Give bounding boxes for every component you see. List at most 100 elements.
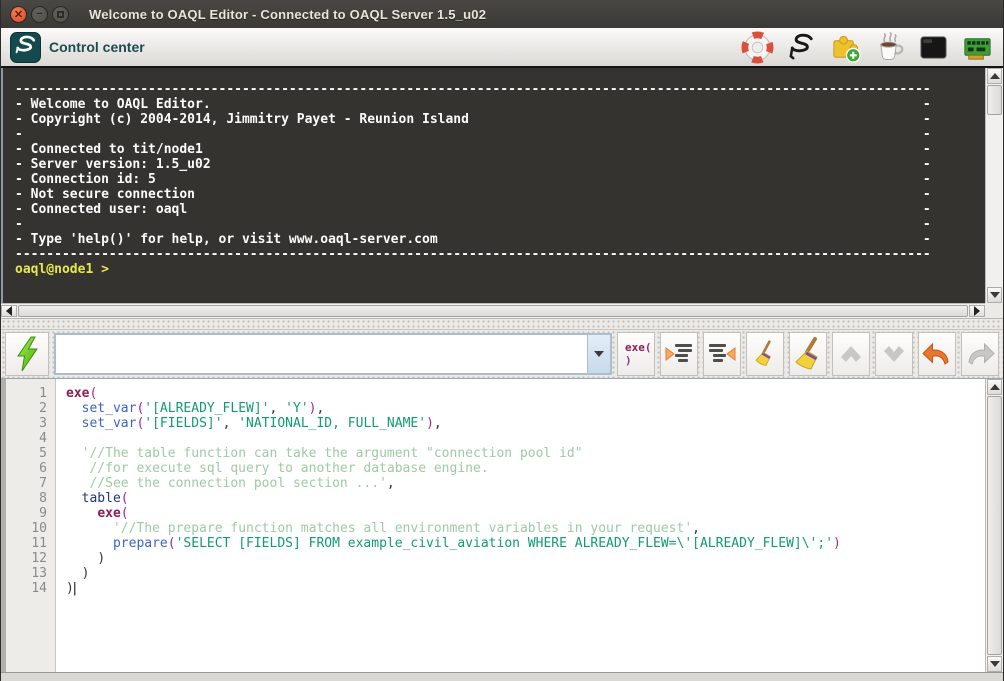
code-line: exe( <box>66 386 985 401</box>
line-number: 7 <box>6 476 55 491</box>
scroll-left-button[interactable] <box>1 305 17 317</box>
code-line: //for execute sql query to another datab… <box>66 461 985 476</box>
terminal-line: - Copyright (c) 2004-2014, Jimmitry Paye… <box>15 112 931 127</box>
outdent-button[interactable] <box>703 332 741 376</box>
exe-template-line1: exe( <box>625 341 652 354</box>
line-number: 9 <box>6 506 55 521</box>
line-number: 8 <box>6 491 55 506</box>
header-toolbar: Control center <box>1 28 1003 68</box>
arrow-right-icon <box>974 306 980 316</box>
editor-scrollbar-vertical[interactable] <box>985 379 1003 672</box>
terminal-scrollbar-vertical[interactable] <box>985 68 1003 303</box>
help-button[interactable] <box>739 29 775 65</box>
scroll-up-button[interactable] <box>987 68 1002 84</box>
command-combobox[interactable] <box>54 333 612 375</box>
arrow-down-icon <box>990 292 1000 298</box>
maximize-icon <box>57 11 64 18</box>
terminal-line: ----------------------------------------… <box>15 82 985 97</box>
lightning-icon <box>10 335 44 373</box>
broom-small-icon <box>750 339 780 369</box>
editor-gutter: 1234567891011121314 <box>1 379 56 672</box>
code-line: table( <box>66 491 985 506</box>
scroll-down-button[interactable] <box>987 656 1002 672</box>
scrollbar-thumb[interactable] <box>18 305 968 317</box>
arrow-up-icon <box>990 73 1000 79</box>
line-number: 2 <box>6 401 55 416</box>
code-line: ) <box>66 551 985 566</box>
undo-button[interactable] <box>918 332 956 376</box>
terminal-scrollbar-horizontal[interactable] <box>1 303 985 318</box>
hardware-card-icon <box>961 31 994 64</box>
snake-button[interactable] <box>783 29 819 65</box>
insert-exe-template-button[interactable]: exe( ) <box>617 332 655 376</box>
hardware-button[interactable] <box>959 29 995 65</box>
indent-button[interactable] <box>660 332 698 376</box>
code-line <box>66 431 985 446</box>
line-number: 1 <box>6 386 55 401</box>
chevron-down-icon <box>877 337 911 371</box>
code-line: ) <box>66 566 985 581</box>
line-number: 14 <box>6 581 55 596</box>
scrollbar-thumb[interactable] <box>987 396 1002 655</box>
line-number: 5 <box>6 446 55 461</box>
terminal-button[interactable] <box>915 29 951 65</box>
arrow-down-icon <box>990 661 1000 667</box>
terminal-prompt: oaql@node1 > <box>15 262 985 277</box>
java-console-button[interactable] <box>871 29 907 65</box>
window-title: Welcome to OAQL Editor - Connected to OA… <box>89 7 486 22</box>
code-line: set_var('[ALREADY_FLEW]', 'Y'), <box>66 401 985 416</box>
chevron-up-icon <box>834 337 868 371</box>
line-number: 6 <box>6 461 55 476</box>
scrollbar-corner <box>985 303 1003 318</box>
code-line: '//The prepare function matches all envi… <box>66 521 985 536</box>
maximize-button[interactable] <box>52 6 69 23</box>
terminal-line: - Connected to tit/node1- <box>15 142 931 157</box>
chevron-down-icon <box>594 351 604 357</box>
minimize-button[interactable]: − <box>31 6 48 23</box>
line-number: 10 <box>6 521 55 536</box>
code-line: prepare('SELECT [FIELDS] FROM example_ci… <box>66 536 985 551</box>
command-input[interactable] <box>56 335 587 373</box>
arrow-left-icon <box>6 306 12 316</box>
scroll-up-button[interactable] <box>987 379 1002 395</box>
terminal-line: ----------------------------------------… <box>15 247 985 262</box>
app-title: Control center <box>49 39 145 55</box>
close-button[interactable]: ✕ <box>10 6 27 23</box>
terminal-lines: ----------------------------------------… <box>15 82 985 262</box>
clean-button[interactable] <box>746 332 784 376</box>
terminal-line: - Connection id: 5- <box>15 172 931 187</box>
scroll-down-button[interactable] <box>987 287 1002 303</box>
move-down-button[interactable] <box>875 332 913 376</box>
outdent-icon <box>705 337 739 371</box>
redo-icon <box>963 337 997 371</box>
code-content[interactable]: exe( set_var('[ALREADY_FLEW]', 'Y'), set… <box>56 379 985 672</box>
line-number: 3 <box>6 416 55 431</box>
coffee-icon <box>873 31 906 64</box>
add-plugin-button[interactable] <box>827 29 863 65</box>
terminal-line: - Not secure connection- <box>15 187 931 202</box>
combo-dropdown-button[interactable] <box>587 335 610 373</box>
line-number: 11 <box>6 536 55 551</box>
editor-panel: 1234567891011121314 exe( set_var('[ALREA… <box>1 378 1003 672</box>
move-up-button[interactable] <box>832 332 870 376</box>
terminal-line: - Connected user: oaql- <box>15 202 931 217</box>
terminal-panel: ----------------------------------------… <box>1 68 1003 318</box>
line-number: 4 <box>6 431 55 446</box>
scroll-right-button[interactable] <box>969 305 985 317</box>
terminal-line: - Server version: 1.5_u02- <box>15 157 931 172</box>
bottom-edge-strip <box>1 672 1003 681</box>
splitter-gripper[interactable] <box>1 318 1003 330</box>
redo-button[interactable] <box>961 332 999 376</box>
line-number: 13 <box>6 566 55 581</box>
code-line: exe( <box>66 506 985 521</box>
terminal-output[interactable]: ----------------------------------------… <box>1 68 985 303</box>
code-editor[interactable]: 1234567891011121314 exe( set_var('[ALREA… <box>1 379 985 672</box>
terminal-line: - Type 'help()' for help, or visit www.o… <box>15 232 931 247</box>
undo-icon <box>920 337 954 371</box>
terminal-icon <box>917 31 950 64</box>
execute-button[interactable] <box>5 332 49 376</box>
clean-all-button[interactable] <box>789 332 827 376</box>
scrollbar-thumb[interactable] <box>987 85 1002 115</box>
snake-icon <box>785 31 818 64</box>
titlebar: ✕ − Welcome to OAQL Editor - Connected t… <box>1 0 1003 28</box>
